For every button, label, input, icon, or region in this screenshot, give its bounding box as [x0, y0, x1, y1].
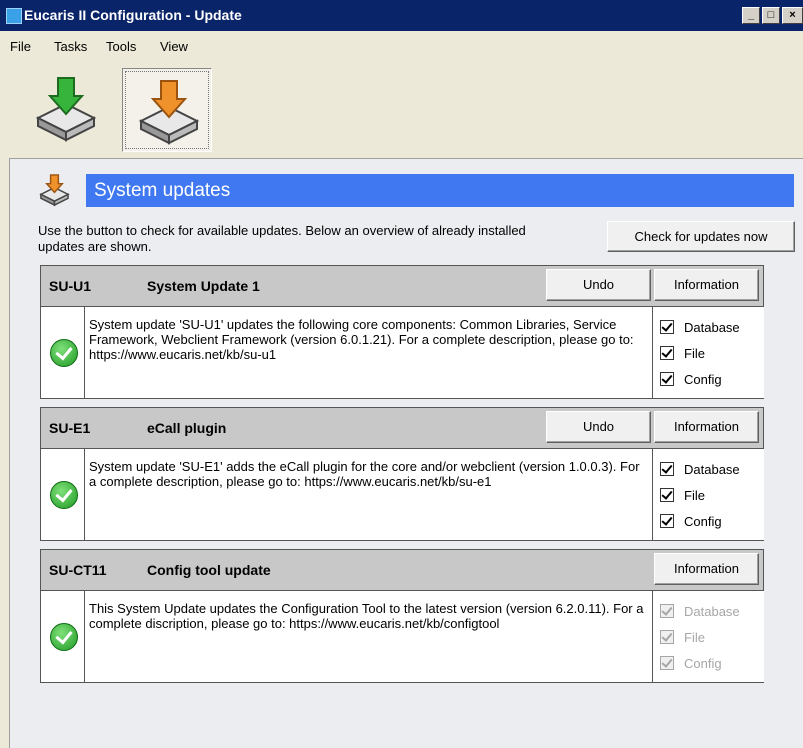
information-button[interactable]: Information: [654, 553, 759, 585]
file-checkbox[interactable]: File: [660, 488, 705, 503]
check-ok-icon: [50, 339, 78, 367]
config-checkbox: Config: [660, 656, 722, 671]
close-button[interactable]: ×: [782, 7, 803, 24]
checkbox-box: [660, 604, 674, 618]
status-cell: [41, 449, 85, 540]
update-options: Database File Config: [652, 307, 764, 398]
check-updates-button[interactable]: Check for updates now: [607, 221, 795, 252]
file-checkbox[interactable]: File: [660, 346, 705, 361]
download-orange-icon: [138, 80, 200, 145]
checkbox-box: [660, 630, 674, 644]
checkbox-box[interactable]: [660, 320, 674, 334]
checkbox-box[interactable]: [660, 372, 674, 386]
information-button[interactable]: Information: [654, 411, 759, 443]
update-body: System update 'SU-U1' updates the follow…: [41, 307, 764, 398]
check-ok-icon: [50, 623, 78, 651]
undo-button[interactable]: Undo: [546, 269, 651, 301]
checkbox-box[interactable]: [660, 514, 674, 528]
update-body: This System Update updates the Configura…: [41, 591, 764, 682]
update-header: SU-CT11 Config tool update Information: [41, 550, 763, 591]
tool-button-updates[interactable]: [122, 68, 212, 152]
section-header: System updates: [86, 174, 794, 207]
status-cell: [41, 591, 85, 682]
update-body: System update 'SU-E1' adds the eCall plu…: [41, 449, 764, 540]
intro-text: Use the button to check for available up…: [38, 223, 526, 254]
update-header: SU-U1 System Update 1 Undo Information: [41, 266, 763, 307]
status-cell: [41, 307, 85, 398]
database-checkbox: Database: [660, 604, 740, 619]
update-description: System update 'SU-U1' updates the follow…: [89, 317, 634, 362]
checkbox-box: [660, 656, 674, 670]
check-ok-icon: [50, 481, 78, 509]
update-description: This System Update updates the Configura…: [89, 601, 644, 631]
update-options: Database File Config: [652, 449, 764, 540]
checkbox-box[interactable]: [660, 462, 674, 476]
file-checkbox: File: [660, 630, 705, 645]
menu-tasks[interactable]: Tasks: [54, 39, 87, 54]
undo-button[interactable]: Undo: [546, 411, 651, 443]
menu-view[interactable]: View: [160, 39, 188, 54]
update-name: eCall plugin: [147, 420, 227, 436]
toolbar: [0, 60, 803, 158]
menu-tools[interactable]: Tools: [106, 39, 136, 54]
window-title: Eucaris II Configuration - Update: [24, 7, 242, 23]
app-icon: [6, 8, 22, 24]
update-card-su-ct11: SU-CT11 Config tool update Information T…: [40, 549, 764, 683]
update-code: SU-U1: [49, 278, 92, 294]
config-checkbox[interactable]: Config: [660, 372, 722, 387]
tool-button-download[interactable]: [22, 68, 112, 152]
database-checkbox[interactable]: Database: [660, 462, 740, 477]
update-name: System Update 1: [147, 278, 260, 294]
database-checkbox[interactable]: Database: [660, 320, 740, 335]
update-options: Database File Config: [652, 591, 764, 682]
update-header: SU-E1 eCall plugin Undo Information: [41, 408, 763, 449]
update-card-su-e1: SU-E1 eCall plugin Undo Information Syst…: [40, 407, 764, 541]
update-card-su-u1: SU-U1 System Update 1 Undo Information S…: [40, 265, 764, 399]
menu-bar: File Tasks Tools View: [0, 33, 803, 57]
update-name: Config tool update: [147, 562, 271, 578]
checkbox-box[interactable]: [660, 346, 674, 360]
checkbox-box[interactable]: [660, 488, 674, 502]
system-updates-icon: [39, 174, 70, 207]
information-button[interactable]: Information: [654, 269, 759, 301]
menu-file[interactable]: File: [10, 39, 31, 54]
config-checkbox[interactable]: Config: [660, 514, 722, 529]
maximize-button[interactable]: □: [762, 7, 780, 24]
download-green-icon: [35, 77, 97, 142]
updates-panel: System updates Use the button to check f…: [9, 158, 803, 748]
update-code: SU-E1: [49, 420, 91, 436]
section-title: System updates: [94, 180, 231, 201]
minimize-button[interactable]: _: [742, 7, 760, 24]
update-description: System update 'SU-E1' adds the eCall plu…: [89, 459, 640, 489]
update-code: SU-CT11: [49, 562, 107, 578]
title-bar: Eucaris II Configuration - Update _ □ ×: [0, 0, 803, 31]
